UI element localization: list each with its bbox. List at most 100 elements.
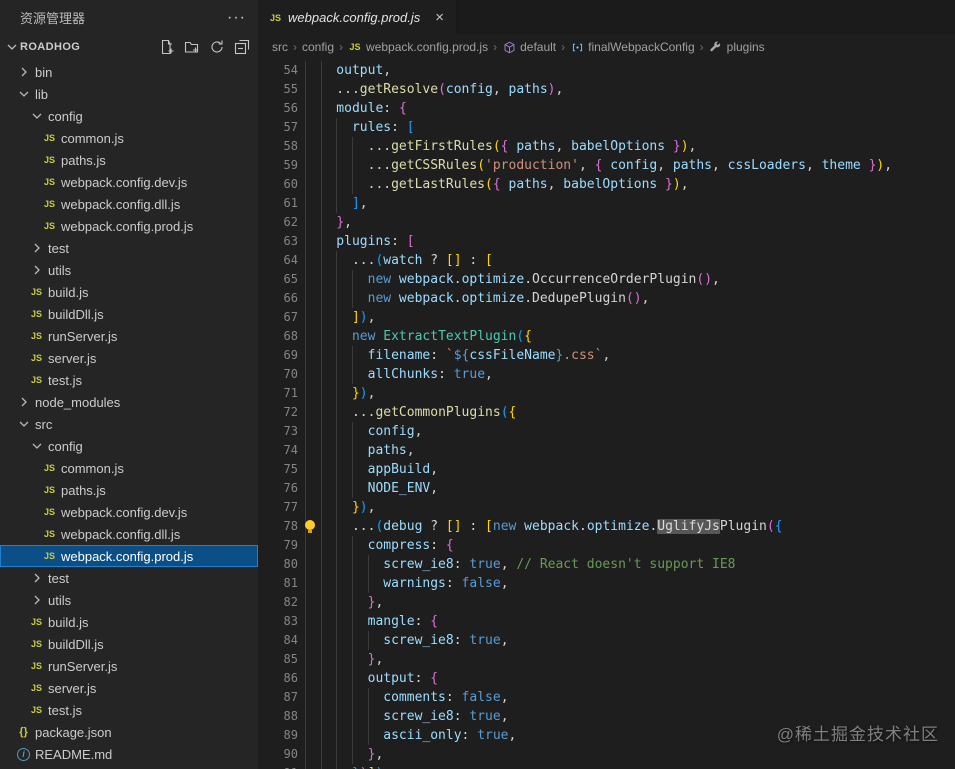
tree-item-test[interactable]: test: [0, 567, 258, 589]
indent-guide: [367, 707, 369, 726]
tree-item-label: webpack.config.dll.js: [61, 196, 181, 212]
code-text: screw_ie8: true,: [305, 631, 509, 650]
tree-item-package.json[interactable]: {} package.json: [0, 721, 258, 743]
tree-item-README.md[interactable]: i README.md: [0, 743, 258, 765]
tree-item-utils[interactable]: utils: [0, 259, 258, 281]
breadcrumb-item-webpack.config.prod.js[interactable]: JS webpack.config.prod.js: [348, 40, 489, 54]
code-line-77[interactable]: 77 }),: [258, 498, 955, 517]
js-icon: JS: [30, 617, 42, 627]
code-line-84[interactable]: 84 screw_ie8: true,: [258, 631, 955, 650]
line-number: 65: [283, 272, 298, 286]
code-line-68[interactable]: 68 new ExtractTextPlugin({: [258, 327, 955, 346]
code-line-83[interactable]: 83 mangle: {: [258, 612, 955, 631]
code-text: screw_ie8: true,: [305, 707, 509, 726]
code-line-76[interactable]: 76 NODE_ENV,: [258, 479, 955, 498]
code-line-87[interactable]: 87 comments: false,: [258, 688, 955, 707]
indent-guide: [367, 574, 369, 593]
code-line-75[interactable]: 75 appBuild,: [258, 460, 955, 479]
tree-item-buildDll.js[interactable]: JS buildDll.js: [0, 303, 258, 325]
code-line-54[interactable]: 54 output,: [258, 61, 955, 80]
tree-item-node_modules[interactable]: node_modules: [0, 391, 258, 413]
code-line-56[interactable]: 56 module: {: [258, 99, 955, 118]
tree-item-webpack.config.dev.js[interactable]: JS webpack.config.dev.js: [0, 501, 258, 523]
tab-webpack-config-prod[interactable]: JS webpack.config.prod.js ×: [258, 0, 458, 35]
code-line-80[interactable]: 80 screw_ie8: true, // React doesn't sup…: [258, 555, 955, 574]
tree-item-build.js[interactable]: JS build.js: [0, 281, 258, 303]
tree-item-paths.js[interactable]: JS paths.js: [0, 149, 258, 171]
refresh-icon[interactable]: [209, 39, 225, 55]
code-line-91[interactable]: 91 })]),: [258, 764, 955, 769]
new-folder-icon[interactable]: [184, 39, 200, 55]
indent-guide: [336, 517, 338, 536]
code-line-69[interactable]: 69 filename: `${cssFileName}.css`,: [258, 346, 955, 365]
code-line-72[interactable]: 72 ...getCommonPlugins({: [258, 403, 955, 422]
more-actions-icon[interactable]: ···: [227, 9, 246, 25]
new-file-icon[interactable]: [159, 39, 175, 55]
indent-guide: [305, 137, 306, 156]
code-line-63[interactable]: 63 plugins: [: [258, 232, 955, 251]
code-line-82[interactable]: 82 },: [258, 593, 955, 612]
code-line-66[interactable]: 66 new webpack.optimize.DedupePlugin(),: [258, 289, 955, 308]
code-line-58[interactable]: 58 ...getFirstRules({ paths, babelOption…: [258, 137, 955, 156]
tree-item-webpack.config.prod.js[interactable]: JS webpack.config.prod.js: [0, 215, 258, 237]
breadcrumb-item-config[interactable]: config: [302, 40, 334, 54]
code-line-67[interactable]: 67 ]),: [258, 308, 955, 327]
code-text: ...getLastRules({ paths, babelOptions })…: [305, 175, 689, 194]
code-line-62[interactable]: 62 },: [258, 213, 955, 232]
indent-guide: [336, 669, 338, 688]
tree-item-webpack.config.dev.js[interactable]: JS webpack.config.dev.js: [0, 171, 258, 193]
tree-item-webpack.config.dll.js[interactable]: JS webpack.config.dll.js: [0, 523, 258, 545]
collapse-all-icon[interactable]: [234, 39, 250, 55]
code-line-90[interactable]: 90 },: [258, 745, 955, 764]
code-line-78[interactable]: 78 ...(debug ? [] : [new webpack.optimiz…: [258, 517, 955, 536]
line-number: 87: [283, 690, 298, 704]
indent-guide: [305, 118, 306, 137]
tree-item-buildDll.js[interactable]: JS buildDll.js: [0, 633, 258, 655]
code-line-73[interactable]: 73 config,: [258, 422, 955, 441]
breadcrumb-item-default[interactable]: default: [502, 40, 556, 54]
project-section-header[interactable]: ROADHOG: [0, 35, 258, 59]
tree-item-src[interactable]: src: [0, 413, 258, 435]
tree-item-utils[interactable]: utils: [0, 589, 258, 611]
code-line-57[interactable]: 57 rules: [: [258, 118, 955, 137]
close-icon[interactable]: ×: [435, 9, 444, 26]
tree-item-runServer.js[interactable]: JS runServer.js: [0, 655, 258, 677]
tree-item-config[interactable]: config: [0, 105, 258, 127]
tree-item-common.js[interactable]: JS common.js: [0, 457, 258, 479]
code-line-55[interactable]: 55 ...getResolve(config, paths),: [258, 80, 955, 99]
code-line-85[interactable]: 85 },: [258, 650, 955, 669]
code-line-74[interactable]: 74 paths,: [258, 441, 955, 460]
code-line-60[interactable]: 60 ...getLastRules({ paths, babelOptions…: [258, 175, 955, 194]
tree-item-paths.js[interactable]: JS paths.js: [0, 479, 258, 501]
tree-item-test[interactable]: test: [0, 237, 258, 259]
code-line-61[interactable]: 61 ],: [258, 194, 955, 213]
lightbulb-icon[interactable]: [305, 520, 315, 533]
tree-item-server.js[interactable]: JS server.js: [0, 677, 258, 699]
tree-item-webpack.config.prod.js[interactable]: JS webpack.config.prod.js: [0, 545, 258, 567]
code-line-71[interactable]: 71 }),: [258, 384, 955, 403]
code-line-64[interactable]: 64 ...(watch ? [] : [: [258, 251, 955, 270]
code-viewport[interactable]: 54 output, 55 ...getResolve(config, paths…: [258, 59, 955, 769]
breadcrumb-item-finalWebpackConfig[interactable]: finalWebpackConfig: [570, 40, 695, 54]
tree-item-lib[interactable]: lib: [0, 83, 258, 105]
indent-guide: [351, 365, 353, 384]
tree-item-webpack.config.dll.js[interactable]: JS webpack.config.dll.js: [0, 193, 258, 215]
code-line-65[interactable]: 65 new webpack.optimize.OccurrenceOrderP…: [258, 270, 955, 289]
tree-item-bin[interactable]: bin: [0, 61, 258, 83]
breadcrumb-item-src[interactable]: src: [272, 40, 288, 54]
code-line-79[interactable]: 79 compress: {: [258, 536, 955, 555]
code-line-86[interactable]: 86 output: {: [258, 669, 955, 688]
indent-guide: [351, 593, 353, 612]
tree-item-server.js[interactable]: JS server.js: [0, 347, 258, 369]
tree-item-test.js[interactable]: JS test.js: [0, 699, 258, 721]
indent-guide: [305, 574, 306, 593]
tree-item-config[interactable]: config: [0, 435, 258, 457]
tree-item-build.js[interactable]: JS build.js: [0, 611, 258, 633]
tree-item-common.js[interactable]: JS common.js: [0, 127, 258, 149]
tree-item-test.js[interactable]: JS test.js: [0, 369, 258, 391]
tree-item-runServer.js[interactable]: JS runServer.js: [0, 325, 258, 347]
code-line-81[interactable]: 81 warnings: false,: [258, 574, 955, 593]
code-line-59[interactable]: 59 ...getCSSRules('production', { config…: [258, 156, 955, 175]
code-line-70[interactable]: 70 allChunks: true,: [258, 365, 955, 384]
breadcrumb-item-plugins[interactable]: plugins: [709, 40, 765, 54]
